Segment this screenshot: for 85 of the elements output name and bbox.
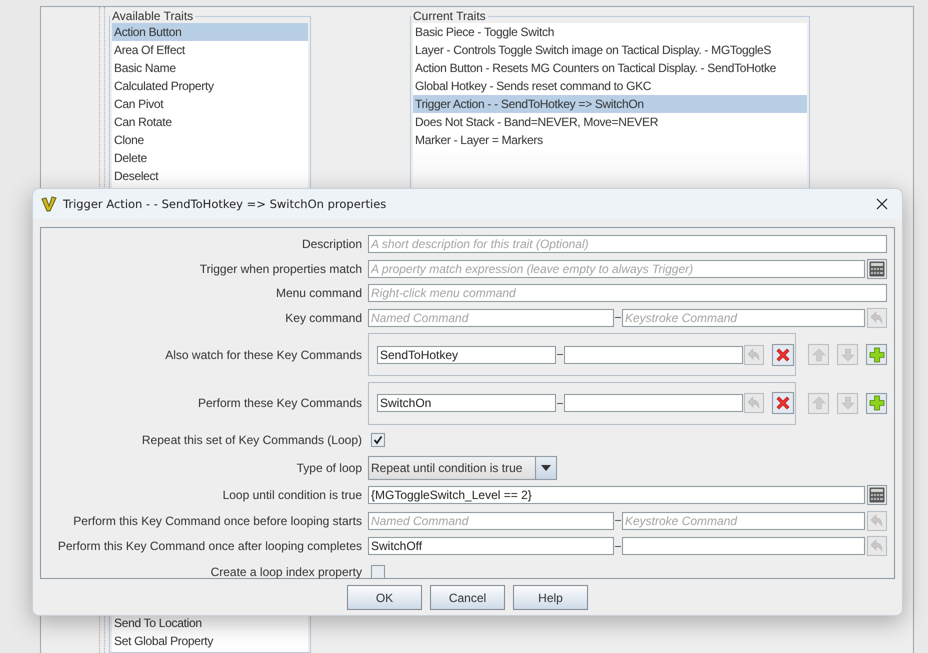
list-item[interactable]: Layer - Controls Toggle Switch image on Tactical Display. - MGToggleS [413,41,807,59]
list-item[interactable]: Action Button - Resets MG Counters on Tactical Display. - SendToHotke [413,59,807,77]
down-arrow-icon [840,396,854,410]
check-icon [373,435,383,445]
list-item[interactable]: Can Rotate [112,113,308,131]
list-item[interactable]: Set Global Property [112,632,308,650]
list-item[interactable]: Deselect [112,167,308,185]
remove-button[interactable] [772,344,794,366]
field-label: Loop until condition is true [222,488,362,502]
text-field[interactable]: Keystroke Command [622,308,865,326]
list-item[interactable]: Marker - Layer = Markers [413,131,807,149]
text-field[interactable]: {MGToggleSwitch_Level == 2} [368,486,865,504]
field-label: Repeat this set of Key Commands (Loop) [140,433,362,447]
close-icon [876,198,888,210]
list-item[interactable]: Area Of Effect [112,41,308,59]
dialog-title: Trigger Action - - SendToHotkey => SwitchOn properties [63,197,388,211]
expression-builder-button[interactable] [867,258,887,278]
field-label: Perform this Key Command once before looping starts [72,514,362,528]
list-item[interactable]: Basic Name [112,59,308,77]
undo-arrow-icon [747,396,761,410]
remove-button[interactable] [772,392,794,414]
list-item[interactable]: Action Button [112,23,308,41]
text-field[interactable]: SwitchOff [368,537,614,555]
dialog-button[interactable]: OK [347,585,422,610]
field-label: Type of loop [296,460,362,474]
checkbox[interactable] [371,433,385,447]
field-label: Create a loop index property [210,564,362,578]
undo-arrow-icon [870,539,884,553]
field-label: Perform these Key Commands [196,396,362,410]
list-item[interactable]: Does Not Stack - Band=NEVER, Move=NEVER [413,113,807,131]
field-label: Also watch for these Key Commands [164,348,362,362]
undo-arrow-icon [870,514,884,528]
list-item[interactable]: Clone [112,131,308,149]
list-item[interactable]: Trigger Action - - SendToHotkey => SwitchOn [413,95,807,113]
add-button[interactable] [866,344,887,365]
checkbox[interactable] [371,564,385,578]
list-item[interactable]: Calculated Property [112,77,308,95]
list-item[interactable]: Delete [112,149,308,167]
text-field[interactable] [622,537,865,555]
dialog-button[interactable]: Help [513,585,588,610]
calculator-icon [869,487,885,503]
list-item[interactable]: Send To Location [112,614,308,632]
down-arrow-icon [840,348,854,362]
up-arrow-icon [812,348,826,362]
text-field[interactable]: SwitchOn [377,394,556,412]
text-field[interactable]: Named Command [368,308,614,326]
dialog-button[interactable]: Cancel [430,585,505,610]
undo-button[interactable] [744,344,764,364]
caret-icon [541,464,551,470]
field-label: Menu command [274,286,362,300]
field-label: Perform this Key Command once after looping completes [56,539,362,553]
undo-button[interactable] [867,308,887,328]
list-item[interactable]: Basic Piece - Toggle Switch [413,23,807,41]
text-field[interactable]: SendToHotkey [377,346,556,364]
move-up-button[interactable] [808,344,829,365]
text-field[interactable] [564,394,743,412]
loop-type-dropdown[interactable]: Repeat until condition is true [368,456,557,480]
undo-button[interactable] [867,510,887,530]
field-label: Trigger when properties match [198,262,362,276]
field-label: Key command [284,310,362,324]
delete-icon [775,346,791,362]
undo-button[interactable] [867,536,887,556]
expression-builder-button[interactable] [867,485,887,505]
text-field[interactable]: Named Command [368,512,614,530]
add-button[interactable] [866,392,887,414]
text-field[interactable]: Right-click menu command [368,284,887,302]
plus-icon [868,395,884,411]
delete-icon [775,395,791,411]
panel-title: Available Traits [111,9,194,23]
undo-arrow-icon [747,348,761,362]
undo-button[interactable] [744,393,764,413]
up-arrow-icon [812,396,826,410]
move-down-button[interactable] [837,392,858,414]
text-field[interactable]: Keystroke Command [622,512,865,530]
app-logo-icon [41,196,57,212]
calculator-icon [869,260,885,276]
move-up-button[interactable] [808,392,829,414]
list-item[interactable]: Global Hotkey - Sends reset command to GKC [413,77,807,95]
panel-title: Current Traits [412,9,487,23]
plus-icon [868,346,884,362]
list-item[interactable]: Can Pivot [112,95,308,113]
text-field[interactable] [564,346,743,364]
move-down-button[interactable] [837,344,858,365]
undo-arrow-icon [870,310,884,324]
field-label: Description [300,237,362,251]
